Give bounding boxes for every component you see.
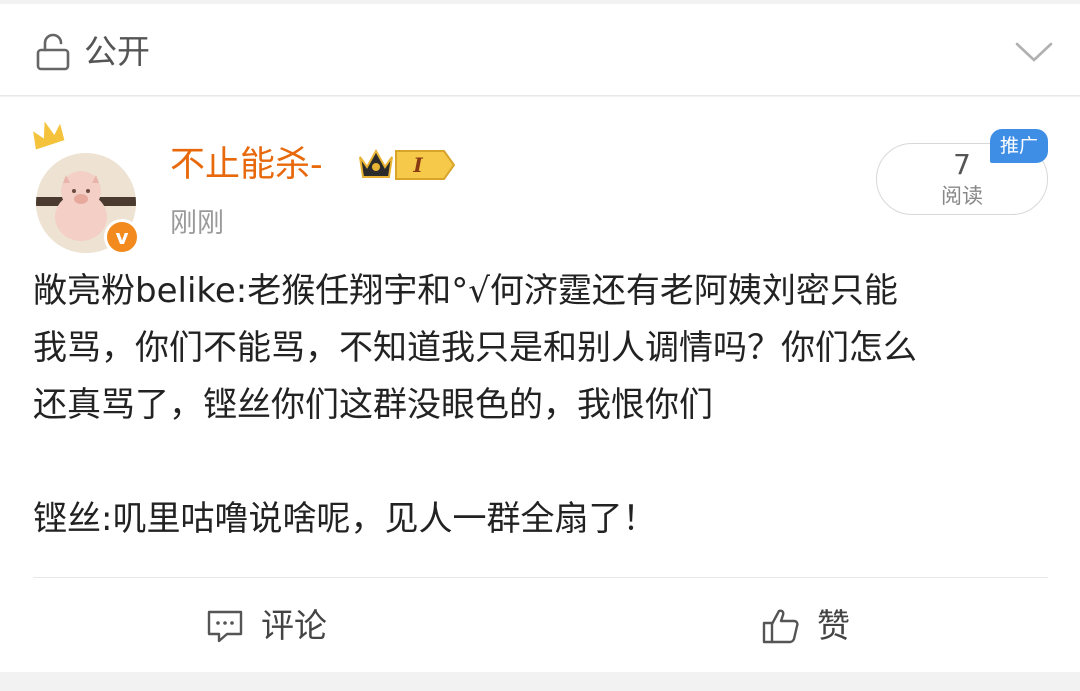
like-button[interactable]: 赞 [761, 604, 850, 648]
post-text: 敞亮粉belike:老猴任翔宇和°√何济霆还有老阿姨刘密只能 我骂，你们不能骂，… [33, 263, 1053, 548]
crown-icon [33, 121, 65, 150]
lock-open-icon [36, 33, 70, 71]
privacy-label: 公开 [84, 32, 150, 71]
comment-button[interactable]: 评论 [205, 604, 327, 648]
post-time: 刚刚 [170, 208, 224, 239]
avatar[interactable]: v [28, 115, 143, 255]
post-card: v 不止能杀- I 刚刚 7 阅读 推广 敞亮粉belike:老猴任翔宇和°√何… [0, 97, 1080, 672]
chevron-down-icon[interactable] [1014, 38, 1054, 66]
promo-badge[interactable]: 推广 [990, 129, 1048, 163]
verified-badge-icon: v [104, 219, 140, 255]
post-line: 铿丝:叽里咕噜说啥呢，见人一群全扇了！ [33, 499, 657, 539]
post-line: 还真骂了，铿丝你们这群没眼色的，我恨你们 [33, 385, 713, 425]
weibo-post-screen: 公开 v 不止能杀- I 刚刚 7 阅读 推广 敞亮粉belike:老猴任翔宇和… [0, 0, 1080, 691]
comment-icon [207, 610, 243, 643]
post-line: 我骂，你们不能骂，不知道我只是和别人调情吗？你们怎么 [33, 328, 917, 368]
like-label: 赞 [817, 606, 850, 645]
post-line-blank [33, 434, 1053, 491]
action-bar: 评论 赞 [33, 577, 1048, 672]
read-label: 阅读 [941, 184, 983, 208]
comment-label: 评论 [261, 606, 327, 645]
author-name[interactable]: 不止能杀- [170, 141, 323, 189]
post-line: 敞亮粉belike:老猴任翔宇和°√何济霆还有老阿姨刘密只能 [33, 271, 898, 311]
vip-level: I [412, 153, 423, 177]
vip-badge-icon[interactable]: I [356, 143, 456, 187]
privacy-selector[interactable]: 公开 [0, 4, 1080, 96]
thumbs-up-icon [762, 609, 799, 644]
